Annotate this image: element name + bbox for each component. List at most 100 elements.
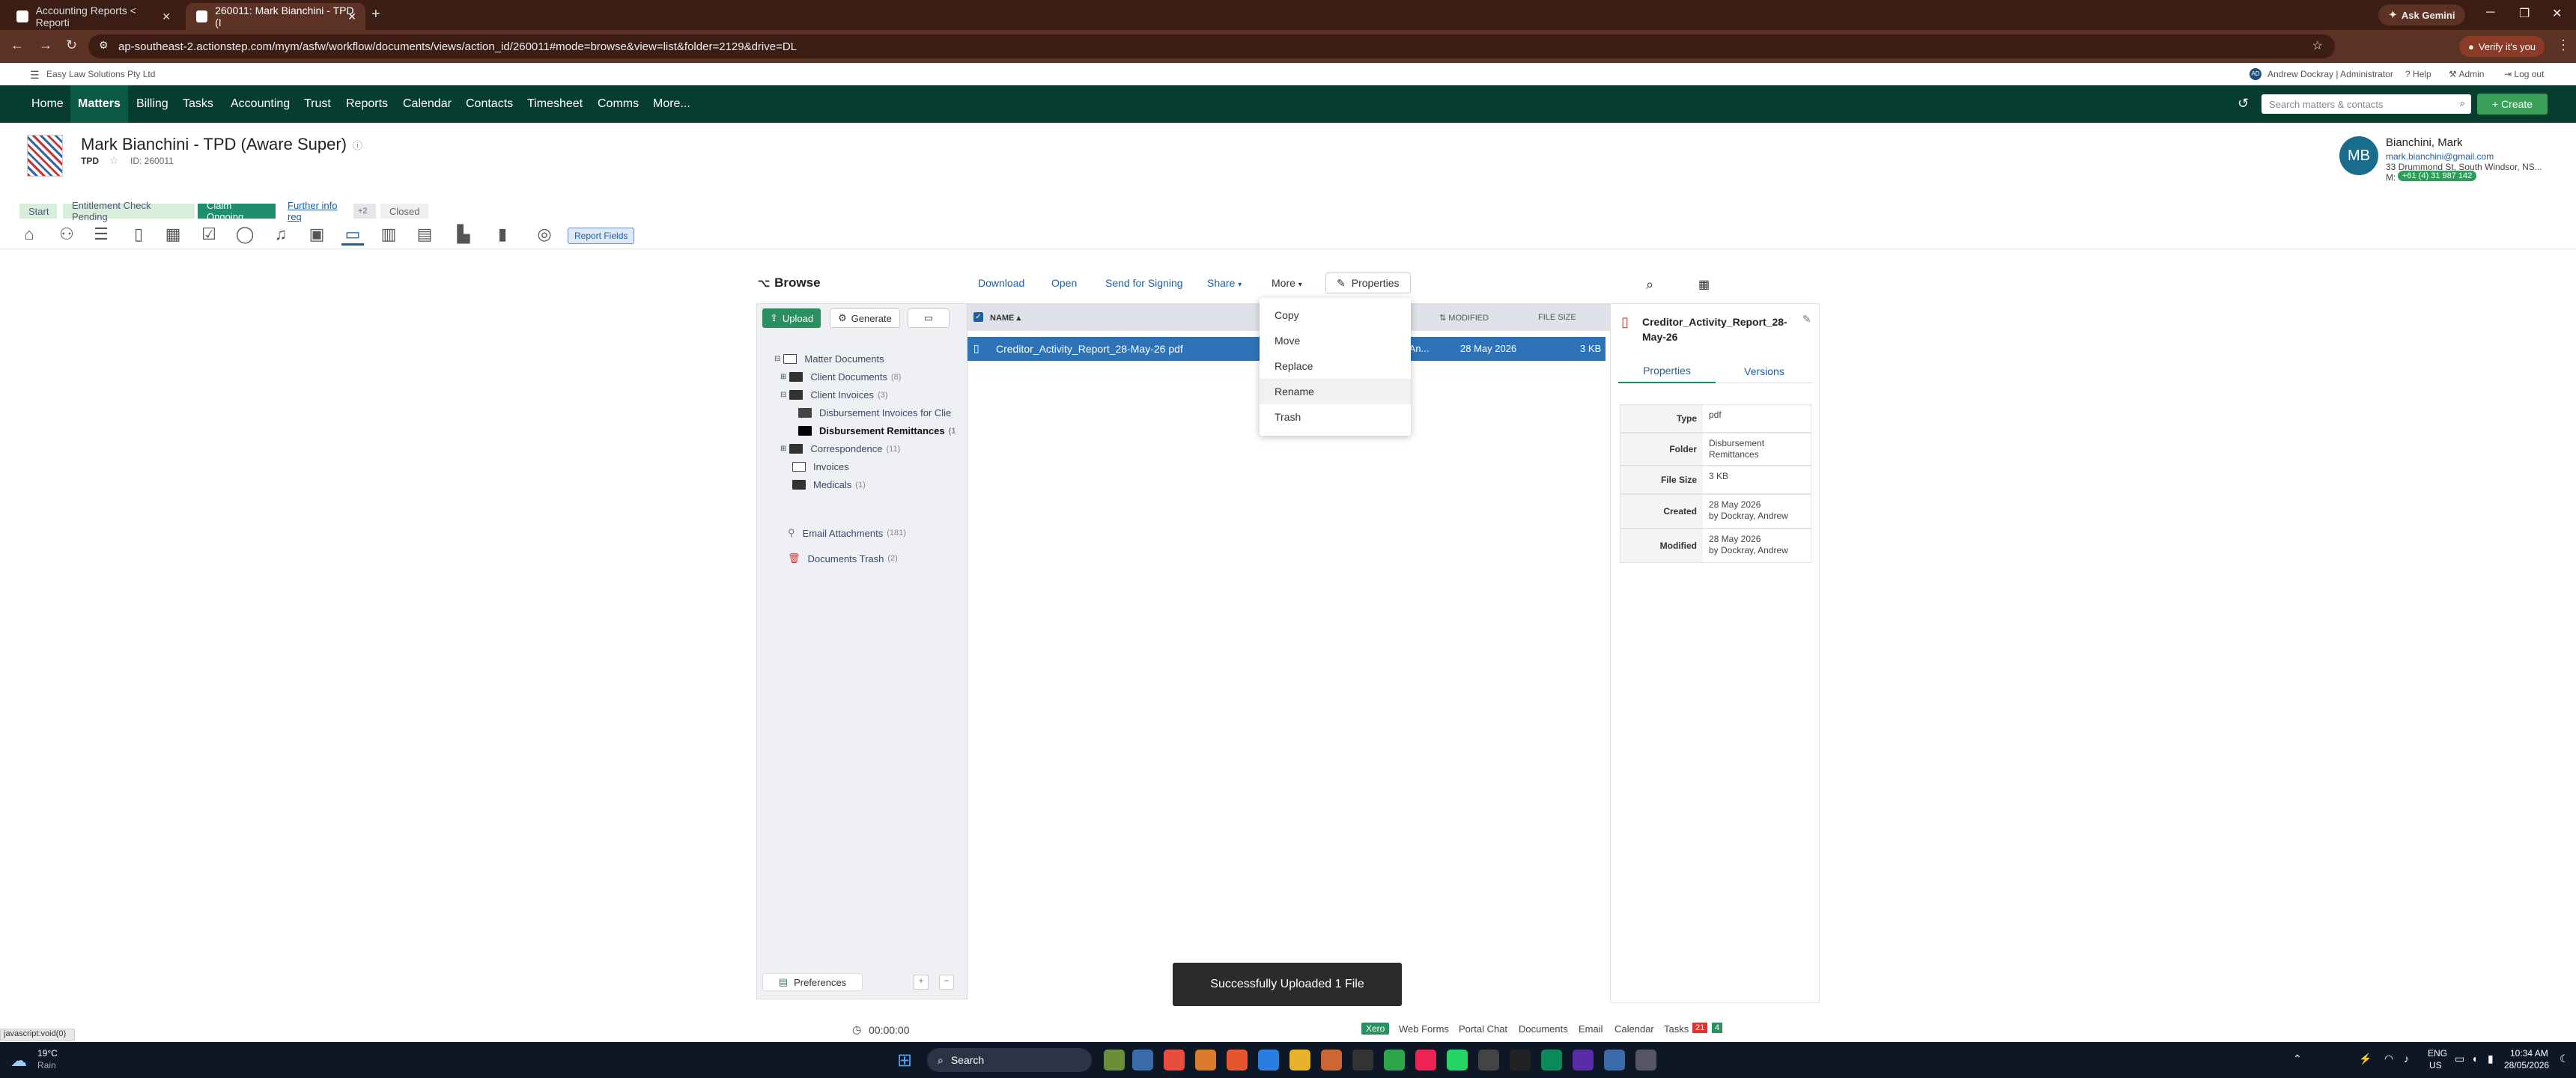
close-tab-icon[interactable]: ✕ [347, 10, 356, 23]
terminal-icon[interactable] [1510, 1050, 1531, 1071]
chrome-icon[interactable] [1164, 1050, 1185, 1071]
admin-link[interactable]: ⚒ Admin [2449, 69, 2484, 79]
close-tab-icon[interactable]: ✕ [162, 10, 171, 23]
collapse-icon[interactable]: ⊟ [780, 391, 786, 399]
forward-icon[interactable]: → [39, 37, 52, 53]
email-attachments-link[interactable]: ⚲ Email Attachments (181) [788, 527, 906, 539]
tree-item-disbursement-invoices[interactable]: Disbursement Invoices for Clie [798, 407, 951, 418]
download-button[interactable]: Download [978, 277, 1024, 289]
tree-item-medicals[interactable]: Medicals (1) [792, 479, 866, 490]
search-icon[interactable]: ⌕ [1646, 277, 1653, 293]
ask-gemini-button[interactable]: ✦ Ask Gemini [2378, 4, 2466, 25]
tree-root[interactable]: ⊟ Matter Documents [774, 353, 884, 365]
select-all-checkbox[interactable]: ✓ [973, 312, 983, 322]
file-explorer-icon[interactable] [1289, 1050, 1310, 1071]
chrome-profile-2-icon[interactable] [1195, 1050, 1216, 1071]
favorite-star-icon[interactable]: ☆ [109, 154, 119, 167]
chrome-profile-1-icon[interactable] [1132, 1050, 1153, 1071]
vpn-icon[interactable] [1541, 1050, 1562, 1071]
xero-link[interactable]: Xero [1361, 1023, 1390, 1035]
chatgpt-icon[interactable] [1478, 1050, 1499, 1071]
tab-versions[interactable]: Versions [1716, 359, 1813, 383]
browser-tab-matter[interactable]: 260011: Mark Bianchini - TPD (I ✕ [186, 3, 365, 30]
tree-item-client-documents[interactable]: ⊞ Client Documents (8) [780, 371, 901, 383]
image-icon[interactable]: ▣ [306, 225, 328, 246]
wifi-icon[interactable]: ◠ [2384, 1053, 2393, 1065]
send-for-signing-button[interactable]: Send for Signing [1105, 277, 1183, 289]
user-name[interactable]: Andrew Dockray | Administrator [2267, 69, 2393, 79]
logout-link[interactable]: ⇥ Log out [2504, 69, 2544, 79]
bell-icon[interactable]: ♫ [270, 225, 292, 246]
chevron-up-icon[interactable]: ⌃ [2293, 1053, 2302, 1065]
open-button[interactable]: Open [1051, 277, 1077, 289]
tasks-overdue-badge[interactable]: 21 [1692, 1023, 1708, 1033]
nav-timesheet[interactable]: Timesheet [520, 85, 590, 123]
stack-icon[interactable]: ☰ [90, 225, 112, 246]
chart-icon[interactable]: ▥ [377, 225, 400, 246]
calendar-icon[interactable]: ▦ [162, 225, 184, 246]
step-claim-ongoing[interactable]: Claim Ongoing [198, 200, 276, 222]
outlook-icon[interactable] [1258, 1050, 1279, 1071]
nav-reports[interactable]: Reports [338, 85, 395, 123]
tasks-due-badge[interactable]: 4 [1712, 1023, 1723, 1033]
hamburger-icon[interactable]: ☰ [30, 69, 40, 82]
timer-icon[interactable]: ◷ [852, 1023, 861, 1036]
close-window-icon[interactable]: ✕ [2552, 6, 2562, 21]
web-forms-link[interactable]: Web Forms [1399, 1023, 1449, 1035]
document-icon[interactable]: ▯ [127, 225, 150, 246]
collapse-icon[interactable]: ⊟ [774, 355, 780, 363]
microphone-icon[interactable]: ♪ [2404, 1053, 2409, 1065]
new-folder-button[interactable]: ▭ [908, 308, 950, 328]
taskbar-search[interactable]: ⌕ Search [927, 1048, 1092, 1072]
email-link[interactable]: Email [1579, 1023, 1603, 1035]
generate-button[interactable]: ⚙ Generate [830, 308, 900, 328]
more-button[interactable]: More ▾ [1272, 277, 1302, 289]
weather-icon[interactable]: ☁ [10, 1051, 27, 1071]
contact-avatar[interactable]: MB [2339, 136, 2378, 175]
create-button[interactable]: + Create [2477, 94, 2548, 115]
nav-matters[interactable]: Matters [70, 85, 128, 123]
contact-email[interactable]: mark.bianchini@gmail.com [2386, 151, 2494, 162]
site-info-icon[interactable]: ⚙ [99, 39, 109, 52]
remote-desktop-icon[interactable] [1604, 1050, 1625, 1071]
taskview-icon[interactable] [1104, 1050, 1125, 1071]
user-avatar[interactable]: AD [2250, 68, 2261, 80]
browser-menu-icon[interactable]: ⋮ [2557, 37, 2570, 53]
language-secondary[interactable]: US [2429, 1060, 2442, 1071]
modified-column-header[interactable]: ⇅ MODIFIED [1439, 313, 1489, 323]
expand-icon[interactable]: ⊞ [780, 445, 786, 453]
clock-time[interactable]: 10:34 AM [2510, 1048, 2548, 1059]
nav-trust[interactable]: Trust [297, 85, 338, 123]
menu-item-replace[interactable]: Replace [1260, 353, 1411, 379]
volume-icon[interactable]: ◖ [2471, 1053, 2477, 1065]
home-icon[interactable]: ⌂ [18, 225, 40, 246]
nav-more[interactable]: More... [645, 85, 698, 123]
whatsapp-icon[interactable] [1447, 1050, 1468, 1071]
edit-pencil-icon[interactable]: ✎ [1802, 313, 1811, 326]
notifications-icon[interactable]: ☾ [2560, 1053, 2569, 1065]
language-primary[interactable]: ENG [2428, 1048, 2447, 1059]
bar-chart-icon[interactable]: ▮ [491, 225, 514, 246]
info-icon[interactable]: ⓘ [353, 138, 362, 152]
expand-icon[interactable]: ⊞ [780, 373, 786, 381]
tree-item-invoices[interactable]: Invoices [792, 461, 849, 472]
browser-tab-accounting-reports[interactable]: Accounting Reports < Reporti ✕ [6, 3, 180, 30]
name-column-header[interactable]: NAME ▴ [990, 313, 1021, 323]
weather-temp[interactable]: 19°C [37, 1048, 58, 1059]
clock-date[interactable]: 28/05/2026 [2504, 1060, 2549, 1071]
collapse-all-button[interactable]: − [939, 975, 954, 990]
documents-link[interactable]: Documents [1519, 1023, 1568, 1035]
phone-link-icon[interactable] [1384, 1050, 1405, 1071]
nav-billing[interactable]: Billing [129, 85, 176, 123]
new-tab-button[interactable]: + [371, 6, 380, 23]
file-size-column-header[interactable]: FILE SIZE [1538, 313, 1576, 322]
app-icon[interactable] [1415, 1050, 1436, 1071]
battery-icon[interactable]: ▮ [2488, 1053, 2494, 1065]
portal-chat-link[interactable]: Portal Chat [1459, 1023, 1507, 1035]
brave-icon[interactable] [1227, 1050, 1248, 1071]
properties-button[interactable]: ✎ Properties [1325, 272, 1411, 293]
documents-trash-link[interactable]: 🗑 Documents Trash (2) [788, 552, 898, 564]
menu-item-rename[interactable]: Rename [1260, 379, 1411, 404]
help-link[interactable]: ? Help [2405, 69, 2431, 79]
reload-icon[interactable]: ↻ [66, 37, 77, 53]
